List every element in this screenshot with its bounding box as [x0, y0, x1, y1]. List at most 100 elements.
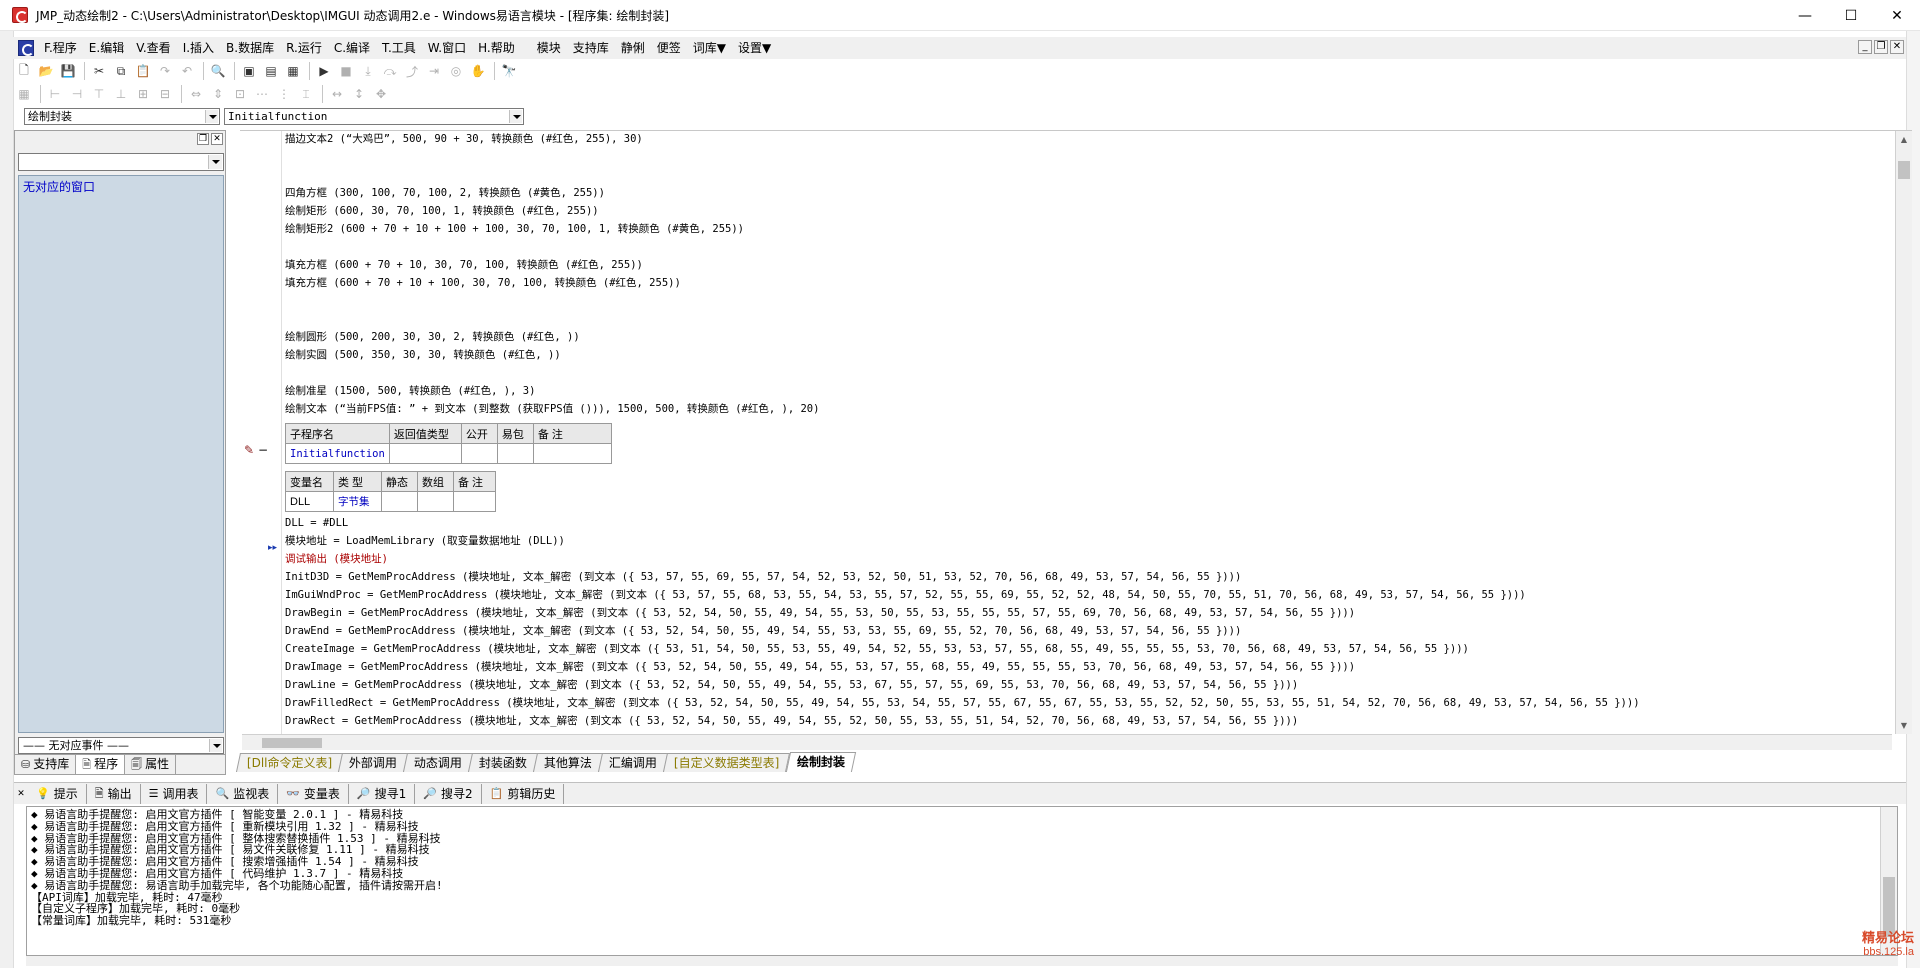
align-top-icon[interactable]: ⊤ — [89, 84, 109, 104]
subroutine-select[interactable]: Initialfunction — [224, 108, 524, 125]
open-folder-icon[interactable]: 📂 — [36, 61, 56, 81]
scroll-down-icon[interactable]: ▼ — [1896, 719, 1912, 733]
table-cell[interactable] — [453, 491, 496, 512]
center-both-icon[interactable]: ✥ — [371, 84, 391, 104]
table-cell[interactable] — [417, 491, 454, 512]
table-cell[interactable] — [460, 443, 498, 464]
layout-split-icon[interactable]: ▤ — [261, 61, 281, 81]
menu-tools[interactable]: T.工具 — [376, 37, 422, 59]
mdi-close-button[interactable]: ✕ — [1890, 40, 1904, 54]
scroll-up-icon[interactable]: ▲ — [1896, 133, 1912, 147]
event-select[interactable]: —— 无对应事件 —— — [18, 737, 224, 754]
tab-custom-types[interactable]: [自定义数据类型表] — [663, 753, 791, 772]
step-into-icon[interactable]: ⤓ — [358, 61, 378, 81]
table-cell[interactable] — [532, 443, 612, 464]
step-out-icon[interactable]: ⤴ — [402, 61, 422, 81]
tab-wrapper-functions[interactable]: 封装函数 — [468, 753, 539, 772]
menu-settings[interactable]: 设置▼ — [732, 37, 777, 59]
same-height-icon[interactable]: ⇕ — [208, 84, 228, 104]
panel-restore-button[interactable]: ❐ — [197, 133, 209, 145]
stop-icon[interactable]: ■ — [336, 61, 356, 81]
center-horizontal-icon[interactable]: ↔ — [327, 84, 347, 104]
menu-support-lib[interactable]: 支持库 — [567, 37, 615, 59]
subroutine-table[interactable]: 子程序名 返回值类型 公开 易包 备 注 Initialfunction — [285, 423, 612, 464]
space-vertical-icon[interactable]: ⋮ — [274, 84, 294, 104]
table-cell[interactable]: DLL — [285, 491, 334, 512]
tab-properties[interactable]: 🗐 属性 — [125, 755, 177, 774]
paste-icon[interactable]: 📋 — [133, 61, 153, 81]
menu-database[interactable]: B.数据库 — [220, 37, 280, 59]
window-select[interactable] — [18, 153, 224, 171]
table-cell[interactable] — [496, 443, 534, 464]
menu-module[interactable]: 模块 — [531, 37, 567, 59]
close-button[interactable]: ✕ — [1874, 0, 1920, 31]
panel-close-button[interactable]: ✕ — [211, 133, 223, 145]
menu-notes[interactable]: 便签 — [651, 37, 687, 59]
collapse-minus-icon[interactable]: − — [258, 443, 268, 457]
tab-variables[interactable]: 👓 变量表 — [278, 783, 349, 804]
table-row[interactable]: Initialfunction — [285, 443, 612, 464]
center-vertical-icon[interactable]: ↕ — [349, 84, 369, 104]
save-icon[interactable]: 💾 — [58, 61, 78, 81]
redo-icon[interactable]: ↷ — [155, 61, 175, 81]
chevron-down-icon[interactable] — [208, 155, 222, 169]
align-left-icon[interactable]: ⊢ — [45, 84, 65, 104]
table-cell[interactable] — [388, 443, 462, 464]
binoculars-icon[interactable]: 🔭 — [499, 61, 519, 81]
chevron-down-icon[interactable] — [509, 110, 522, 123]
output-close-icon[interactable]: ✕ — [14, 789, 28, 799]
menu-insert[interactable]: I.插入 — [177, 37, 220, 59]
table-cell[interactable]: Initialfunction — [285, 443, 390, 464]
copy-icon[interactable]: ⧉ — [111, 61, 131, 81]
output-horizontal-scrollbar[interactable] — [26, 956, 1898, 966]
tab-asm-call[interactable]: 汇编调用 — [598, 753, 669, 772]
align-center-icon[interactable]: ⊣ — [67, 84, 87, 104]
minimize-button[interactable]: — — [1782, 0, 1828, 31]
tab-clipboard-history[interactable]: 📋 剪辑历史 — [482, 783, 565, 804]
undo-icon[interactable]: ↶ — [177, 61, 197, 81]
menu-help[interactable]: H.帮助 — [472, 37, 521, 59]
code-area[interactable]: 描边文本2 (“大鸡巴”, 500, 90 + 30, 转换颜色 (#红色, 2… — [285, 131, 1894, 731]
tab-draw-wrapper[interactable]: 绘制封装 — [785, 752, 856, 772]
chevron-down-icon[interactable] — [205, 110, 218, 123]
space-horizontal-icon[interactable]: ⋯ — [252, 84, 272, 104]
same-size-icon[interactable]: ⊡ — [230, 84, 250, 104]
same-width-icon[interactable]: ⇔ — [186, 84, 206, 104]
menu-view[interactable]: V.查看 — [130, 37, 176, 59]
editor-vertical-scrollbar[interactable]: ▲ ▼ — [1895, 131, 1912, 734]
table-row[interactable]: DLL 字节集 — [285, 491, 496, 512]
hand-icon[interactable]: ✋ — [468, 61, 488, 81]
grid-icon[interactable]: ▦ — [14, 84, 34, 104]
space-even-icon[interactable]: ⌶ — [296, 84, 316, 104]
cut-icon[interactable]: ✂ — [89, 61, 109, 81]
table-cell[interactable] — [381, 491, 418, 512]
breakpoint-icon[interactable]: ◎ — [446, 61, 466, 81]
menu-edit[interactable]: E.编辑 — [83, 37, 130, 59]
variable-table[interactable]: 变量名 类 型 静态 数组 备 注 DLL 字节集 — [285, 471, 496, 512]
tab-dynamic-call[interactable]: 动态调用 — [403, 753, 474, 772]
run-to-cursor-icon[interactable]: ⇥ — [424, 61, 444, 81]
menu-compile[interactable]: C.编译 — [328, 37, 376, 59]
menu-run[interactable]: R.运行 — [280, 37, 328, 59]
module-select[interactable]: 绘制封装 — [24, 108, 220, 125]
tab-output[interactable]: 🗎 输出 — [87, 783, 141, 804]
menu-window[interactable]: W.窗口 — [422, 37, 472, 59]
mdi-restore-button[interactable]: ❐ — [1874, 40, 1888, 54]
mdi-minimize-button[interactable]: _ — [1858, 40, 1872, 54]
window-list[interactable]: 无对应的窗口 — [18, 175, 224, 733]
step-over-icon[interactable]: ⤼ — [380, 61, 400, 81]
run-icon[interactable]: ▶ — [314, 61, 334, 81]
maximize-button[interactable]: ☐ — [1828, 0, 1874, 31]
editor-horizontal-scrollbar[interactable] — [242, 734, 1892, 750]
align-middle-icon[interactable]: ⊞ — [133, 84, 153, 104]
output-panel[interactable]: ◆ 易语言助手提醒您: 启用文官方插件 [ 智能变量 2.0.1 ] - 精易科… — [26, 806, 1898, 956]
tab-dll-commands[interactable]: [Dll命令定义表] — [235, 753, 344, 772]
list-item[interactable]: 无对应的窗口 — [19, 176, 223, 197]
chevron-down-icon[interactable] — [209, 739, 222, 752]
table-cell[interactable]: 字节集 — [333, 491, 382, 512]
new-file-icon[interactable]: 🗋 — [14, 61, 34, 81]
scroll-thumb[interactable] — [1898, 161, 1910, 179]
find-icon[interactable]: 🔍 — [208, 61, 228, 81]
mdi-document-icon[interactable] — [18, 40, 34, 56]
align-bottom-icon[interactable]: ⊥ — [111, 84, 131, 104]
